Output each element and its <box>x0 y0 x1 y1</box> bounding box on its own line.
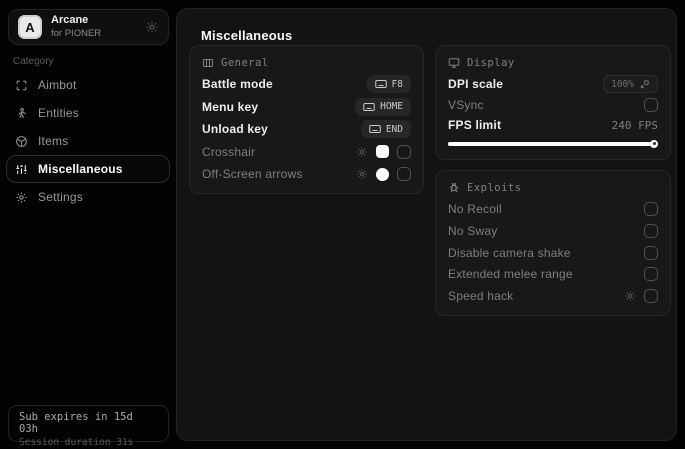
general-header: General <box>202 55 411 71</box>
battle-mode-label: Battle mode <box>202 77 273 91</box>
gear-icon[interactable] <box>624 290 636 302</box>
dpi-scale-label: DPI scale <box>448 77 504 91</box>
sidebar-item-label: Items <box>38 134 69 148</box>
no-sway-label: No Sway <box>448 223 498 238</box>
disable-camera-shake-checkbox[interactable] <box>644 245 658 260</box>
dpi-scale-control[interactable]: 100% <box>603 75 658 93</box>
general-header-label: General <box>221 57 269 69</box>
dpi-scale-row: DPI scale 100% <box>448 74 658 94</box>
menu-key-keybind[interactable]: HOME <box>355 97 411 116</box>
sidebar-item-aimbot[interactable]: Aimbot <box>6 71 170 99</box>
app-header: A Arcane for PIONER <box>8 9 169 45</box>
offscreen-arrows-checkbox[interactable] <box>397 167 411 181</box>
unload-key-keybind[interactable]: END <box>360 120 411 138</box>
no-sway-checkbox[interactable] <box>644 223 658 238</box>
gear-icon[interactable] <box>145 20 159 34</box>
vsync-row: VSync <box>448 95 658 115</box>
speed-hack-label: Speed hack <box>448 289 514 303</box>
sidebar-item-label: Aimbot <box>38 78 77 92</box>
session-duration-text: Session duration 31s <box>19 437 134 448</box>
offscreen-arrows-color-swatch[interactable] <box>376 167 389 181</box>
speed-hack-row: Speed hack <box>448 286 658 306</box>
scan-icon <box>15 79 28 92</box>
sidebar-item-items[interactable]: Items <box>6 127 170 155</box>
sidebar-item-miscellaneous[interactable]: Miscellaneous ······· <box>6 155 170 183</box>
speed-hack-checkbox[interactable] <box>644 289 658 303</box>
scale-icon <box>639 79 650 90</box>
gear-icon[interactable] <box>356 146 368 158</box>
dpi-scale-value: 100% <box>611 78 634 90</box>
watermark-dots: ······· <box>126 170 159 179</box>
sidebar-item-label: Entities <box>38 106 79 120</box>
sub-expires-text: Sub expires in 15d 03h <box>19 411 133 435</box>
extended-melee-range-checkbox[interactable] <box>644 267 658 282</box>
keybind-value: F8 <box>391 78 403 90</box>
keybind-value: HOME <box>380 101 403 112</box>
extended-melee-range-label: Extended melee range <box>448 267 573 282</box>
sidebar-nav: Aimbot Entities Items Miscellaneous ····… <box>6 71 170 211</box>
no-recoil-checkbox[interactable] <box>644 202 658 216</box>
app-name: Arcane <box>51 14 89 27</box>
display-card: Display DPI scale 100% VSync FPS limit 2… <box>435 45 671 160</box>
main-panel: Miscellaneous General Battle mode F8 Men… <box>176 8 677 441</box>
extended-melee-range-row: Extended melee range <box>448 264 658 284</box>
keybind-value: END <box>385 123 403 135</box>
fps-limit-row: FPS limit 240 FPS <box>448 115 658 135</box>
gear-icon <box>15 191 28 204</box>
offscreen-arrows-label: Off-Screen arrows <box>202 167 303 181</box>
page-title: Miscellaneous <box>201 28 293 43</box>
exploits-header-label: Exploits <box>467 182 522 194</box>
monitor-icon <box>448 57 460 69</box>
exploits-header: Exploits <box>448 180 658 196</box>
slider-fill <box>448 141 658 146</box>
battle-mode-row: Battle mode F8 <box>202 74 411 94</box>
fps-limit-slider[interactable] <box>448 138 658 150</box>
subscription-info: Sub expires in 15d 03h Session duration … <box>8 405 169 448</box>
exploits-card: Exploits No Recoil No Sway Disable camer… <box>435 170 671 316</box>
sidebar-item-label: Miscellaneous <box>38 162 123 176</box>
crosshair-row: Crosshair <box>202 142 411 162</box>
app-title-block: Arcane for PIONER <box>51 14 101 40</box>
fps-limit-label: FPS limit <box>448 118 502 133</box>
disable-camera-shake-label: Disable camera shake <box>448 245 571 260</box>
menu-key-label: Menu key <box>202 99 259 114</box>
layout-icon <box>202 57 214 69</box>
unload-key-label: Unload key <box>202 122 269 136</box>
keyboard-icon <box>363 102 375 112</box>
slider-handle[interactable] <box>650 139 658 148</box>
menu-key-row: Menu key HOME <box>202 97 411 117</box>
keyboard-icon <box>369 124 381 134</box>
app-logo: A <box>18 15 42 39</box>
general-card: General Battle mode F8 Menu key HOME Unl… <box>189 45 424 194</box>
sidebar-item-label: Settings <box>38 190 83 204</box>
no-sway-row: No Sway <box>448 221 658 241</box>
no-recoil-label: No Recoil <box>448 202 502 216</box>
disable-camera-shake-row: Disable camera shake <box>448 243 658 263</box>
no-recoil-row: No Recoil <box>448 199 658 219</box>
bug-icon <box>448 182 460 194</box>
person-icon <box>15 107 28 120</box>
unload-key-row: Unload key END <box>202 119 411 139</box>
sidebar-item-settings[interactable]: Settings <box>6 183 170 211</box>
display-header-label: Display <box>467 57 515 69</box>
gear-icon[interactable] <box>356 168 368 180</box>
display-header: Display <box>448 55 658 71</box>
crosshair-color-swatch[interactable] <box>376 145 389 158</box>
app-subtitle: for PIONER <box>51 27 102 39</box>
vsync-label: VSync <box>448 97 484 112</box>
sidebar: A Arcane for PIONER Category Aimbot Enti… <box>0 0 176 449</box>
vsync-checkbox[interactable] <box>644 97 658 112</box>
crosshair-checkbox[interactable] <box>397 144 411 159</box>
crosshair-label: Crosshair <box>202 144 256 159</box>
box-icon <box>15 135 28 148</box>
sidebar-item-entities[interactable]: Entities <box>6 99 170 127</box>
keyboard-icon <box>374 79 387 89</box>
category-label: Category <box>13 56 54 67</box>
sliders-icon <box>15 163 28 176</box>
battle-mode-keybind[interactable]: F8 <box>366 75 411 93</box>
fps-limit-value: 240 FPS <box>611 118 658 132</box>
offscreen-arrows-row: Off-Screen arrows <box>202 164 411 184</box>
